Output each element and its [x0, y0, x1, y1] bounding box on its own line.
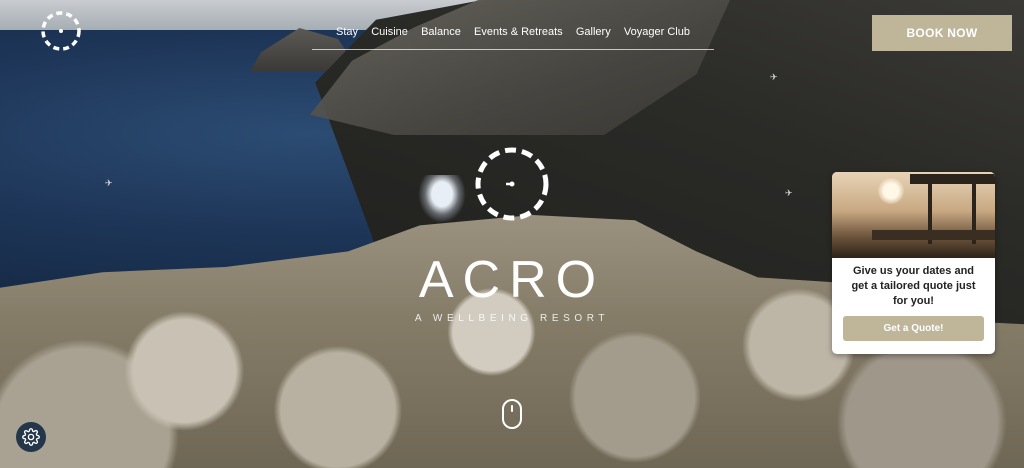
get-quote-button[interactable]: Get a Quote!	[843, 316, 984, 341]
gear-icon	[22, 428, 40, 446]
quote-message: Give us your dates and get a tailored qu…	[851, 265, 976, 307]
pergola-roof	[910, 174, 995, 184]
logo-icon[interactable]	[40, 10, 82, 52]
nav-item-cuisine[interactable]: Cuisine	[371, 16, 408, 38]
mouse-scroll-icon[interactable]	[501, 398, 523, 430]
nav-item-voyager-club[interactable]: Voyager Club	[624, 16, 690, 38]
bird: ✈	[770, 72, 778, 82]
nav-item-balance[interactable]: Balance	[421, 16, 461, 38]
book-now-button[interactable]: BOOK NOW	[872, 15, 1012, 51]
brand-logo-icon	[475, 147, 549, 221]
sun	[878, 178, 904, 204]
cookie-settings-button[interactable]	[16, 422, 46, 452]
deck	[872, 230, 995, 240]
brand-tagline: A WELLBEING RESORT	[414, 313, 610, 324]
brand-name: ACRO	[418, 251, 606, 309]
nav-item-gallery[interactable]: Gallery	[576, 16, 611, 38]
nav-item-events-retreats[interactable]: Events & Retreats	[474, 16, 563, 38]
bird: ✈	[785, 188, 793, 198]
boat-wake	[418, 175, 466, 223]
nav-item-stay[interactable]: Stay	[336, 16, 358, 38]
bird: ✈	[105, 178, 113, 188]
main-nav: Stay Cuisine Balance Events & Retreats G…	[312, 16, 714, 50]
terrace-sunset-image	[832, 172, 995, 258]
quote-popup-card: Give us your dates and get a tailored qu…	[832, 172, 995, 354]
